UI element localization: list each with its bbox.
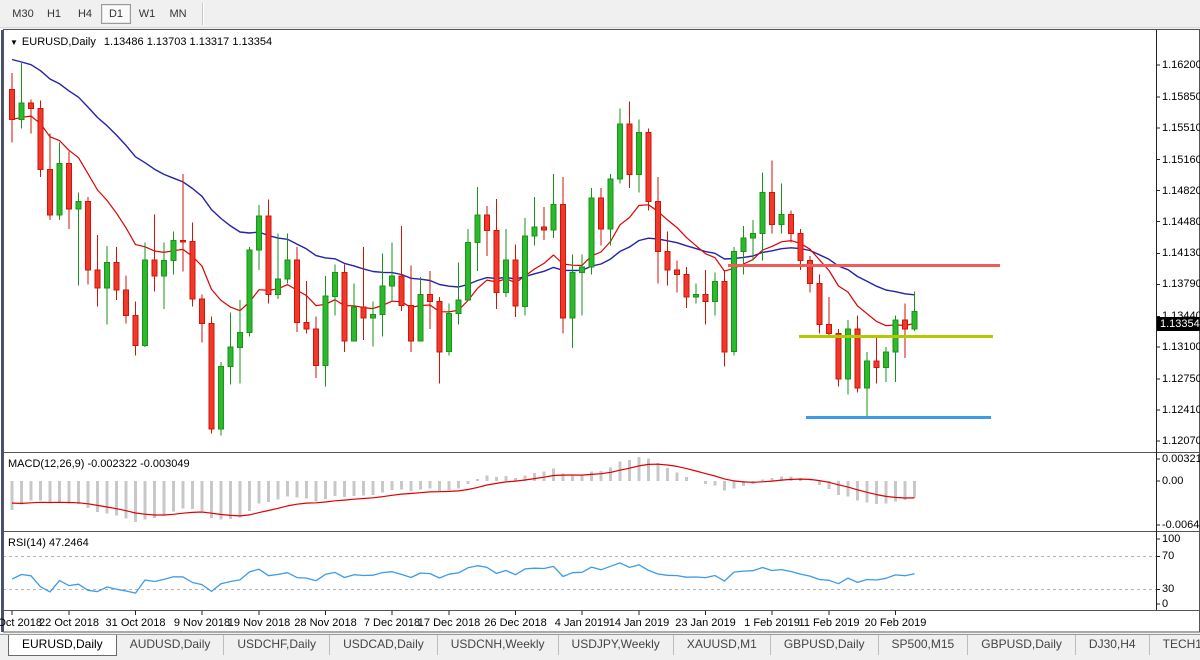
timeframe-button-m30[interactable]: M30	[8, 4, 38, 24]
rsi-axis-label: 100	[1162, 533, 1200, 545]
price-axis-label: 1.12750	[1162, 373, 1200, 385]
tab-audusd-daily[interactable]: AUDUSD,Daily	[117, 635, 224, 655]
chart-symbol-label: EURUSD,Daily	[22, 36, 96, 48]
toolbar-separator	[202, 3, 203, 25]
mt4-window: M30H1H4D1W1MN ▼ EURUSD,Daily 1.13486 1.137…	[0, 0, 1200, 660]
rsi-axis-label: 0	[1162, 598, 1200, 610]
tab-tech10[interactable]: TECH10	[1149, 635, 1200, 655]
tab-usdcad-daily[interactable]: USDCAD,Daily	[329, 635, 437, 655]
price-axis-label: 1.12070	[1162, 435, 1200, 447]
tab-sp500-m15[interactable]: SP500,M15	[878, 635, 968, 655]
tab-dj30-h4[interactable]: DJ30,H4	[1075, 635, 1149, 655]
tab-usdjpy-weekly[interactable]: USDJPY,Weekly	[558, 635, 673, 655]
date-axis-label: 12 Oct 2018	[0, 617, 42, 629]
macd-axis-label: 0.003216	[1162, 453, 1200, 465]
date-axis-label: 9 Nov 2018	[174, 617, 230, 629]
price-axis-label: 1.15160	[1162, 154, 1200, 166]
tab-eurusd-daily[interactable]: EURUSD,Daily	[8, 635, 117, 656]
timeframe-button-h4[interactable]: H4	[70, 4, 100, 24]
tab-xauusd-m1[interactable]: XAUUSD,M1	[673, 635, 770, 655]
price-axis-label: 1.14480	[1162, 216, 1200, 228]
date-axis-label: 11 Feb 2019	[799, 617, 860, 629]
date-axis-label: 1 Feb 2019	[744, 617, 800, 629]
chart-title: ▼ EURUSD,Daily 1.13486 1.13703 1.13317 1.1…	[10, 36, 272, 48]
timeframe-button-w1[interactable]: W1	[132, 4, 162, 24]
macd-axis-label: -0.006485	[1162, 519, 1200, 531]
price-axis-label: 1.14130	[1162, 247, 1200, 259]
chart-window[interactable]: ▼ EURUSD,Daily 1.13486 1.13703 1.13317 1.1…	[0, 29, 1200, 633]
date-axis-label: 20 Feb 2019	[865, 617, 927, 629]
chart-tab-bar: EURUSD,DailyAUDUSD,DailyUSDCHF,DailyUSDC…	[0, 634, 1200, 660]
rsi-axis-label: 70	[1162, 550, 1200, 562]
date-axis-label: 17 Dec 2018	[418, 617, 480, 629]
date-axis-label: 14 Jan 2019	[609, 617, 670, 629]
price-axis-label: 1.13100	[1162, 341, 1200, 353]
price-axis-label: 1.14820	[1162, 185, 1200, 197]
price-axis-label: 1.13440	[1162, 310, 1200, 322]
date-axis-label: 22 Oct 2018	[39, 617, 99, 629]
chart-ohlc-values: 1.13486 1.13703 1.13317 1.13354	[104, 36, 272, 48]
tab-usdcnh-weekly[interactable]: USDCNH,Weekly	[437, 635, 558, 655]
date-axis-label: 23 Jan 2019	[675, 617, 736, 629]
price-axis-label: 1.12410	[1162, 404, 1200, 416]
timeframe-button-d1[interactable]: D1	[101, 4, 131, 24]
date-axis-label: 31 Oct 2018	[106, 617, 166, 629]
tab-gbpusd-daily[interactable]: GBPUSD,Daily	[770, 635, 878, 655]
timeframe-toolbar: M30H1H4D1W1MN	[0, 0, 1200, 28]
date-axis-label: 7 Dec 2018	[364, 617, 420, 629]
price-axis-label: 1.15850	[1162, 91, 1200, 103]
date-axis-label: 28 Nov 2018	[294, 617, 356, 629]
timeframe-button-h1[interactable]: H1	[39, 4, 69, 24]
rsi-axis-label: 30	[1162, 583, 1200, 595]
price-axis-label: 1.13790	[1162, 278, 1200, 290]
date-axis-label: 19 Nov 2018	[228, 617, 290, 629]
timeframe-button-mn[interactable]: MN	[163, 4, 193, 24]
tab-usdchf-daily[interactable]: USDCHF,Daily	[223, 635, 329, 655]
macd-indicator-label: MACD(12,26,9) -0.002322 -0.003049	[8, 458, 190, 470]
tab-gbpusd-daily[interactable]: GBPUSD,Daily	[967, 635, 1075, 655]
price-axis-label: 1.15510	[1162, 122, 1200, 134]
price-axis-label: 1.16200	[1162, 59, 1200, 71]
date-axis-label: 4 Jan 2019	[555, 617, 609, 629]
chevron-down-icon[interactable]: ▼	[10, 38, 18, 47]
date-axis-label: 26 Dec 2018	[484, 617, 546, 629]
macd-axis-label: 0.00	[1162, 475, 1200, 487]
price-chart-canvas[interactable]	[0, 29, 1200, 633]
rsi-indicator-label: RSI(14) 47.2464	[8, 537, 89, 549]
